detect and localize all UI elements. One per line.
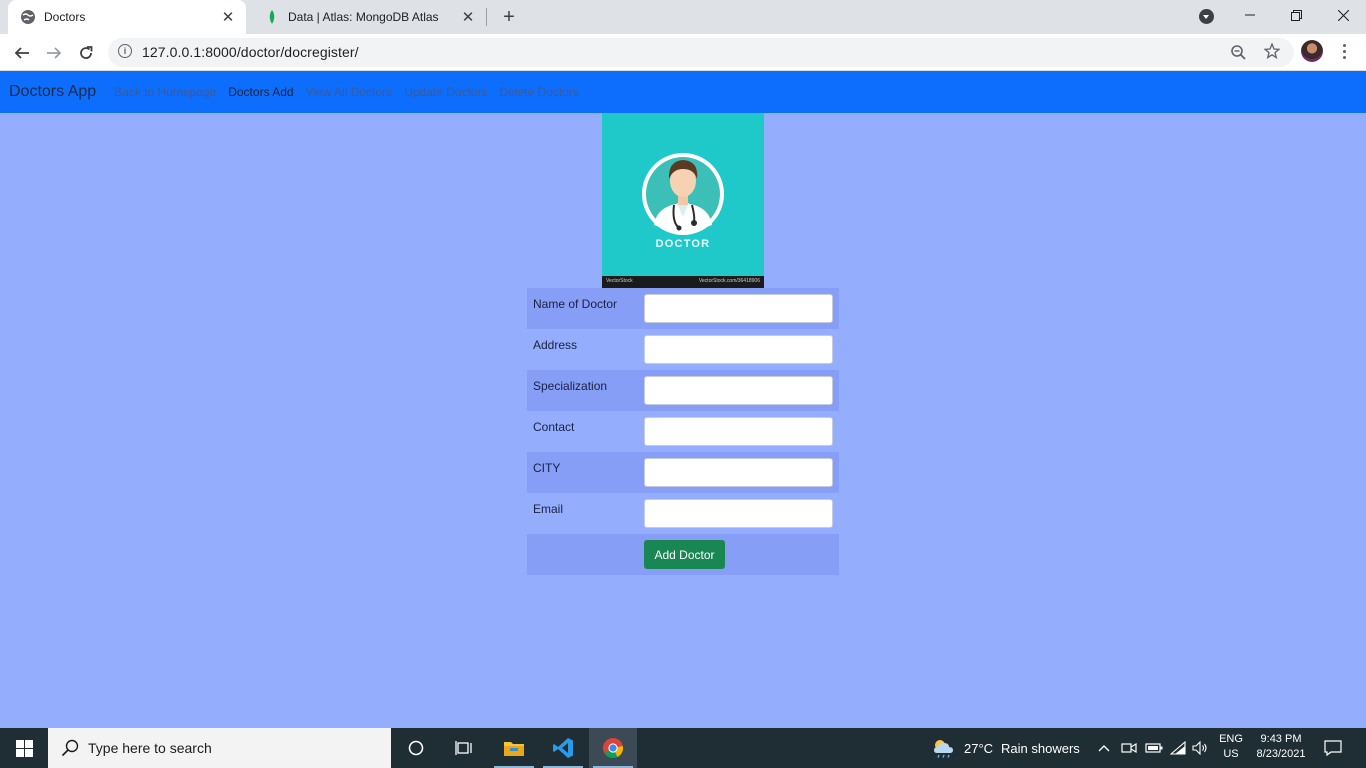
app-navbar: Doctors App Back to Homepage Doctors Add… (0, 71, 1366, 113)
nav-link-view-all-doctors[interactable]: View All Doctors (306, 85, 392, 99)
close-tab-icon[interactable]: ✕ (460, 9, 476, 26)
show-hidden-icons-chevron[interactable] (1098, 728, 1110, 768)
profile-avatar[interactable] (1301, 40, 1323, 62)
reload-button[interactable] (73, 40, 99, 66)
search-placeholder: Type here to search (88, 740, 212, 756)
form-row-specialization: Specialization (527, 370, 839, 411)
language-indicator[interactable]: ENG US (1214, 733, 1248, 760)
add-doctor-button[interactable]: Add Doctor (644, 540, 725, 569)
forward-button[interactable] (41, 40, 67, 66)
stock-watermark-right: VectorStock.com/36418906 (698, 278, 760, 284)
windows-logo-icon (15, 739, 33, 757)
specialization-input[interactable] (644, 376, 833, 405)
weather-condition: Rain showers (1001, 740, 1080, 756)
forward-arrow-icon (47, 47, 62, 59)
notification-center-icon[interactable] (1324, 728, 1342, 768)
zoom-icon[interactable] (1231, 45, 1246, 64)
mongodb-leaf-icon (264, 9, 280, 25)
minimize-button[interactable] (1227, 0, 1273, 30)
nav-link-update-doctors[interactable]: Update Doctors (404, 85, 487, 99)
navbar-links: Back to Homepage Doctors Add View All Do… (114, 85, 591, 99)
close-window-button[interactable] (1320, 0, 1366, 30)
city-label: CITY (533, 461, 561, 475)
doctor-illustration: DOCTOR VectorStock VectorStock.com/36418… (602, 113, 764, 288)
clock-time: 9:43 PM (1260, 733, 1302, 745)
browser-tab-strip: Doctors ✕ Data | Atlas: MongoDB Atlas ✕ … (0, 0, 1366, 34)
city-input[interactable] (644, 458, 833, 487)
doctor-avatar-icon (642, 153, 724, 235)
battery-icon[interactable] (1145, 728, 1163, 768)
globe-icon (20, 9, 36, 25)
nav-link-back-to-homepage[interactable]: Back to Homepage (114, 85, 216, 99)
windows-start-button[interactable] (0, 728, 48, 768)
tab-search-icon[interactable] (1199, 9, 1214, 24)
form-row-address: Address (527, 329, 839, 370)
url-text: 127.0.0.1:8000/doctor/docregister/ (142, 44, 359, 60)
new-tab-button[interactable]: + (499, 6, 519, 28)
cortana-icon[interactable] (392, 728, 440, 768)
weather-widget[interactable]: 27°C Rain showers (931, 728, 1080, 768)
file-explorer-icon[interactable] (490, 728, 538, 768)
address-bar[interactable]: i 127.0.0.1:8000/doctor/docregister/ (108, 38, 1294, 67)
back-arrow-icon (14, 47, 29, 59)
name-label: Name of Doctor (533, 297, 618, 311)
tab-title: Doctors (44, 10, 86, 24)
address-label: Address (533, 338, 578, 352)
close-tab-icon[interactable]: ✕ (220, 9, 236, 26)
form-row-submit: Add Doctor (527, 534, 839, 575)
reload-icon (80, 46, 93, 59)
form-row-city: CITY (527, 452, 839, 493)
taskbar-clock[interactable]: 9:43 PM 8/23/2021 (1250, 733, 1312, 760)
chrome-icon[interactable] (589, 728, 637, 768)
task-view-icon[interactable] (440, 728, 488, 768)
tab-doctors[interactable]: Doctors ✕ (8, 0, 246, 34)
tab-title: Data | Atlas: MongoDB Atlas (288, 10, 439, 24)
wifi-icon[interactable] (1170, 728, 1186, 768)
stock-watermark-left: VectorStock (606, 278, 633, 284)
region-code: US (1223, 748, 1239, 760)
search-icon (61, 739, 79, 762)
name-input[interactable] (644, 294, 833, 323)
browser-menu-icon[interactable] (1338, 40, 1350, 62)
site-info-icon[interactable]: i (118, 44, 132, 58)
windows-taskbar: Type here to search 27°C Rain showers EN… (0, 728, 1366, 768)
meet-now-icon[interactable] (1121, 728, 1137, 768)
contact-label: Contact (533, 420, 575, 434)
language-code: ENG (1219, 733, 1243, 745)
taskbar-search-box[interactable]: Type here to search (48, 728, 391, 768)
doctor-register-form: Name of Doctor Address Specialization Co… (527, 288, 839, 575)
email-input[interactable] (644, 499, 833, 528)
volume-icon[interactable] (1192, 728, 1209, 768)
form-row-email: Email (527, 493, 839, 534)
browser-toolbar: i 127.0.0.1:8000/doctor/docregister/ (0, 34, 1366, 71)
tab-mongodb-atlas[interactable]: Data | Atlas: MongoDB Atlas ✕ (252, 0, 486, 34)
nav-link-doctors-add[interactable]: Doctors Add (228, 85, 293, 99)
vscode-icon[interactable] (539, 728, 587, 768)
form-row-name: Name of Doctor (527, 288, 839, 329)
email-label: Email (533, 502, 564, 516)
back-button[interactable] (9, 40, 35, 66)
weather-temperature: 27°C (964, 740, 994, 756)
form-row-contact: Contact (527, 411, 839, 452)
doctor-image-label: DOCTOR (655, 238, 711, 250)
restore-button[interactable] (1273, 0, 1319, 30)
navbar-brand[interactable]: Doctors App (9, 83, 96, 101)
address-input[interactable] (644, 335, 833, 364)
specialization-label: Specialization (533, 379, 608, 393)
bookmark-star-icon[interactable] (1263, 42, 1281, 63)
contact-input[interactable] (644, 417, 833, 446)
tab-separator (486, 8, 487, 26)
rain-cloud-icon (934, 740, 953, 758)
nav-link-delete-doctors[interactable]: Delete Doctors (499, 85, 578, 99)
clock-date: 8/23/2021 (1256, 748, 1306, 760)
stock-watermark-bar: VectorStock VectorStock.com/36418906 (602, 276, 764, 288)
